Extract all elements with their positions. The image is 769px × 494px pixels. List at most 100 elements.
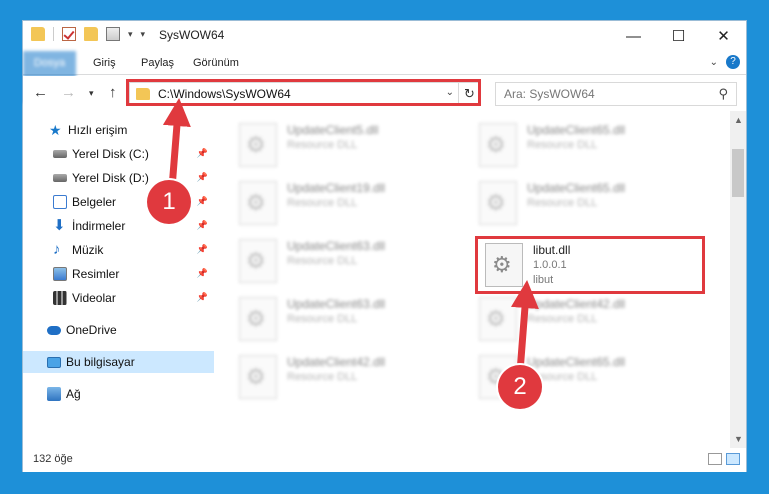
pin-icon[interactable]: 📌 [197, 292, 208, 303]
maximize-button[interactable]: ☐ [656, 21, 701, 51]
file-type: Resource DLL [287, 313, 358, 325]
back-arrow-icon[interactable]: ← [33, 84, 48, 101]
scrollbar-thumb[interactable] [732, 149, 744, 197]
file-type: Resource DLL [287, 139, 358, 151]
list-item[interactable]: UpdateClient63.dll Resource DLL [233, 293, 459, 345]
forward-arrow-icon[interactable]: → [61, 84, 76, 101]
sidebar-item-downloads[interactable]: ⬇ İndirmeler 📌 [23, 215, 214, 237]
chevron-down-icon[interactable]: ▾ [128, 29, 133, 40]
file-name: UpdateClient65.dll [527, 181, 626, 195]
dll-file-icon [479, 181, 517, 225]
file-name: UpdateClient63.dll [287, 297, 386, 311]
pin-icon[interactable]: 📌 [197, 220, 208, 231]
window-title: SysWOW64 [159, 28, 225, 42]
toolbar-divider [53, 27, 54, 41]
pictures-icon [53, 267, 67, 281]
item-count: 132 öğe [33, 453, 73, 465]
sidebar-item-onedrive[interactable]: OneDrive [23, 319, 214, 341]
list-item[interactable]: UpdateClient42.dll Resource DLL [233, 351, 459, 403]
file-name: UpdateClient19.dll [287, 181, 386, 195]
list-item[interactable]: UpdateClient5.dll Resource DLL [233, 119, 459, 171]
customize-toolbar-icon[interactable]: ▾ [141, 29, 146, 40]
folder-icon [31, 27, 45, 41]
sidebar-item-label: Yerel Disk (C:) [72, 147, 149, 161]
sidebar-item-disk-c[interactable]: Yerel Disk (C:) 📌 [23, 143, 214, 165]
dll-file-icon [239, 123, 277, 167]
sidebar-item-network[interactable]: Ağ [23, 383, 214, 405]
sidebar-item-label: Belgeler [72, 195, 117, 209]
film-strip-icon [53, 291, 67, 305]
file-type: Resource DLL [527, 313, 598, 325]
pin-icon[interactable]: 📌 [197, 244, 208, 255]
scroll-up-icon[interactable]: ▲ [734, 115, 743, 125]
dll-file-icon [479, 297, 517, 341]
star-icon: ★ [49, 122, 62, 138]
address-bar-highlight [126, 79, 481, 106]
sidebar-item-label: OneDrive [66, 323, 117, 337]
file-type: Resource DLL [287, 371, 358, 383]
properties-icon[interactable] [106, 27, 120, 41]
pin-icon[interactable]: 📌 [197, 148, 208, 159]
dll-file-icon [239, 355, 277, 399]
close-button[interactable]: ✕ [701, 21, 746, 51]
dll-file-icon [239, 297, 277, 341]
file-name: UpdateClient42.dll [527, 297, 626, 311]
quick-access-toolbar: ▾ ▾ [31, 27, 145, 41]
dll-file-icon [479, 123, 517, 167]
file-type: Resource DLL [287, 197, 358, 209]
list-item[interactable]: UpdateClient65.dll Resource DLL [473, 177, 699, 229]
sidebar-item-label: Bu bilgisayar [66, 355, 135, 369]
sidebar-item-quick-access[interactable]: ★ Hızlı erişim [23, 119, 214, 141]
pin-icon[interactable]: 📌 [197, 268, 208, 279]
tab-home[interactable]: Giriş [83, 51, 126, 75]
tab-view[interactable]: Görünüm [183, 51, 249, 75]
title-bar: ▾ ▾ SysWOW64 — ☐ ✕ [23, 21, 746, 51]
dll-file-icon [239, 181, 277, 225]
file-name: UpdateClient65.dll [527, 123, 626, 137]
tiles-view-icon[interactable] [726, 453, 740, 465]
pin-icon[interactable]: 📌 [197, 172, 208, 183]
window-controls: — ☐ ✕ [611, 21, 746, 51]
document-icon [53, 195, 67, 209]
sidebar-item-videos[interactable]: Videolar 📌 [23, 287, 214, 309]
help-icon[interactable]: ? [726, 55, 740, 69]
pin-icon[interactable]: 📌 [197, 196, 208, 207]
drive-icon [53, 174, 67, 182]
tab-share[interactable]: Paylaş [131, 51, 184, 75]
ribbon-tabs: Dosya Giriş Paylaş Görünüm ⌄ ? [23, 51, 746, 103]
minimize-button[interactable]: — [611, 21, 656, 51]
view-switcher [708, 453, 740, 465]
status-bar: 132 öğe [23, 448, 746, 472]
sidebar-item-music[interactable]: ♪ Müzik 📌 [23, 239, 214, 261]
expand-ribbon-icon[interactable]: ⌄ [710, 57, 718, 68]
properties-check-icon[interactable] [62, 27, 76, 41]
file-name: UpdateClient63.dll [287, 239, 386, 253]
search-icon[interactable]: ⚲ [718, 86, 728, 102]
sidebar-item-pictures[interactable]: Resimler 📌 [23, 263, 214, 285]
ribbon-right: ⌄ ? [710, 55, 740, 69]
list-item[interactable]: UpdateClient63.dll Resource DLL [233, 235, 459, 287]
sidebar-item-disk-d[interactable]: Yerel Disk (D:) 📌 [23, 167, 214, 189]
recent-locations-icon[interactable]: ▾ [89, 88, 94, 99]
vertical-scrollbar[interactable]: ▲ ▼ [730, 111, 746, 448]
list-item[interactable]: UpdateClient42.dll Resource DLL [473, 293, 699, 345]
file-name: UpdateClient65.dll [527, 355, 626, 369]
search-input[interactable]: Ara: SysWOW64 [504, 87, 595, 101]
up-arrow-icon[interactable]: ↑ [109, 84, 117, 101]
list-item[interactable]: UpdateClient65.dll Resource DLL [473, 119, 699, 171]
scroll-down-icon[interactable]: ▼ [734, 434, 743, 444]
drive-icon [53, 150, 67, 158]
details-view-icon[interactable] [708, 453, 722, 465]
file-type: Resource DLL [527, 197, 598, 209]
list-item[interactable]: UpdateClient19.dll Resource DLL [233, 177, 459, 229]
sidebar-item-label: Resimler [72, 267, 120, 281]
cloud-icon [47, 325, 61, 335]
sidebar-item-this-pc[interactable]: Bu bilgisayar [23, 351, 214, 373]
search-box[interactable]: Ara: SysWOW64 ⚲ [495, 82, 737, 106]
file-name: UpdateClient42.dll [287, 355, 386, 369]
step-marker-2: 2 [498, 365, 542, 409]
network-icon [47, 387, 61, 401]
music-note-icon: ♪ [53, 241, 61, 258]
new-folder-icon[interactable] [84, 27, 98, 41]
sidebar-item-label: Müzik [72, 243, 104, 257]
